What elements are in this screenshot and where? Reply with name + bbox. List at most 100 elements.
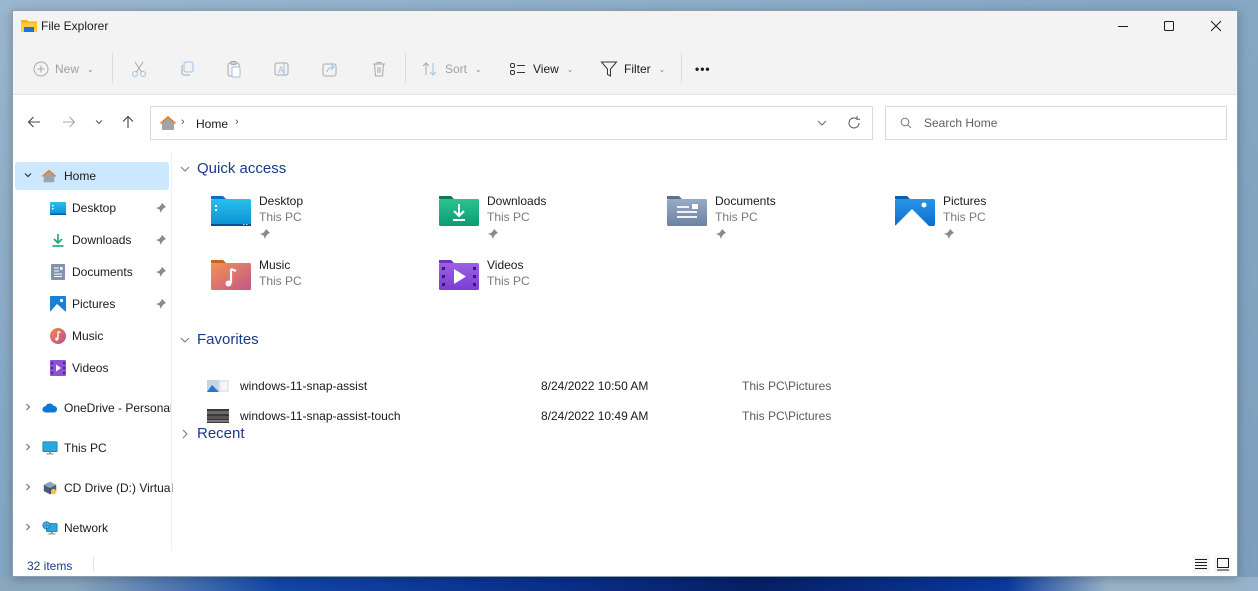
- tiles-view-button[interactable]: [1214, 555, 1232, 573]
- favorite-item[interactable]: windows-11-snap-assist-touch 8/24/2022 1…: [203, 401, 1103, 429]
- item-name: Videos: [487, 258, 524, 272]
- onedrive-icon: [42, 400, 58, 416]
- quick-access-item-music[interactable]: Music This PC: [209, 258, 429, 314]
- sidebar-item-home[interactable]: Home: [15, 162, 169, 190]
- sidebar-item-downloads[interactable]: Downloads: [15, 226, 169, 254]
- section-title: Quick access: [197, 160, 287, 177]
- copy-button[interactable]: [178, 55, 196, 83]
- search-input[interactable]: [924, 112, 1214, 134]
- navigation-pane: Home Desktop Downloads Documents Picture…: [13, 148, 173, 548]
- item-location: This PC: [487, 274, 530, 288]
- chevron-down-icon: [95, 120, 103, 125]
- sidebar-item-label: Music: [72, 329, 104, 343]
- item-count: 32 items: [27, 559, 73, 573]
- close-icon: [1210, 20, 1222, 32]
- recent-locations-button[interactable]: [89, 112, 109, 132]
- new-button[interactable]: New ⌄: [33, 55, 94, 83]
- pane-splitter[interactable]: [171, 151, 172, 551]
- quick-access-item-videos[interactable]: Videos This PC: [437, 258, 657, 314]
- chevron-right-icon: [182, 429, 188, 438]
- details-view-button[interactable]: [1192, 555, 1210, 573]
- filter-button[interactable]: Filter ⌄: [600, 55, 665, 83]
- sidebar-item-network[interactable]: Network: [15, 514, 169, 542]
- search-box[interactable]: [885, 106, 1227, 140]
- quick-access-item-downloads[interactable]: Downloads This PC: [437, 194, 657, 250]
- home-icon: [160, 116, 176, 130]
- item-location: This PC: [259, 274, 302, 288]
- pin-icon[interactable]: [155, 298, 167, 310]
- breadcrumb-separator[interactable]: ›: [235, 116, 239, 128]
- sidebar-item-music[interactable]: Music: [15, 322, 169, 350]
- chevron-down-icon: [180, 166, 190, 172]
- desktop-wallpaper: [0, 577, 1258, 591]
- chevron-down-icon: [817, 120, 827, 126]
- sidebar-item-desktop[interactable]: Desktop: [15, 194, 169, 222]
- close-button[interactable]: [1193, 11, 1237, 41]
- sidebar-item-label: CD Drive (D:) Virtual: [64, 481, 174, 495]
- minimize-button[interactable]: [1100, 11, 1146, 41]
- sidebar-item-cd-drive[interactable]: CD Drive (D:) Virtual: [15, 474, 173, 502]
- sidebar-item-this-pc[interactable]: This PC: [15, 434, 169, 462]
- window-title: File Explorer: [41, 19, 109, 33]
- videos-icon: [50, 360, 66, 376]
- chevron-down-icon: ⌄: [87, 64, 94, 74]
- share-button[interactable]: [321, 55, 339, 83]
- chevron-right-icon[interactable]: [21, 482, 35, 495]
- music-folder-icon: [211, 260, 251, 290]
- chevron-down-icon: ⌄: [658, 64, 666, 74]
- delete-button[interactable]: [370, 55, 388, 83]
- pin-icon[interactable]: [155, 266, 167, 278]
- chevron-right-icon[interactable]: [21, 442, 35, 455]
- sidebar-item-pictures[interactable]: Pictures: [15, 290, 169, 318]
- chevron-down-icon: ⌄: [566, 64, 574, 74]
- item-location: This PC: [259, 210, 302, 224]
- command-bar: New ⌄ A Sort ⌄ View ⌄ Filter ⌄ •••: [13, 43, 1237, 95]
- network-icon: [42, 520, 58, 536]
- sidebar-item-documents[interactable]: Documents: [15, 258, 169, 286]
- chevron-right-icon[interactable]: [21, 402, 35, 415]
- pin-icon[interactable]: [155, 202, 167, 214]
- pin-icon: [488, 229, 498, 239]
- paste-button[interactable]: [225, 55, 243, 83]
- item-name: Desktop: [259, 194, 304, 208]
- pin-icon[interactable]: [155, 234, 167, 246]
- up-button[interactable]: [118, 112, 138, 132]
- view-button[interactable]: View ⌄: [509, 55, 574, 83]
- sort-label: Sort: [445, 62, 468, 76]
- favorites-header[interactable]: Favorites: [179, 331, 259, 348]
- sidebar-item-label: Videos: [72, 361, 109, 375]
- sidebar-item-label: Documents: [72, 265, 133, 279]
- address-history-button[interactable]: [814, 115, 830, 131]
- filter-icon: [600, 61, 618, 77]
- recent-header[interactable]: Recent: [179, 425, 245, 442]
- arrow-left-icon: [27, 116, 40, 128]
- sidebar-item-onedrive[interactable]: OneDrive - Personal: [15, 394, 173, 422]
- copy-icon: [181, 61, 194, 76]
- more-options-button[interactable]: •••: [695, 55, 711, 83]
- rename-button[interactable]: A: [273, 55, 291, 83]
- back-button[interactable]: [24, 112, 44, 132]
- breadcrumb-home[interactable]: Home: [196, 117, 228, 131]
- share-icon: [322, 63, 337, 77]
- documents-icon: [50, 264, 66, 280]
- address-bar[interactable]: › Home ›: [150, 106, 873, 140]
- sort-button[interactable]: Sort ⌄: [421, 55, 482, 83]
- quick-access-header[interactable]: Quick access: [179, 160, 286, 177]
- cut-button[interactable]: [130, 55, 148, 83]
- forward-button[interactable]: [59, 112, 79, 132]
- sidebar-item-videos[interactable]: Videos: [15, 354, 169, 382]
- section-title: Favorites: [197, 331, 259, 348]
- maximize-button[interactable]: [1146, 11, 1192, 41]
- quick-access-item-documents[interactable]: Documents This PC: [665, 194, 885, 250]
- pc-icon: [42, 440, 58, 456]
- favorite-item[interactable]: windows-11-snap-assist 8/24/2022 10:50 A…: [203, 371, 1103, 399]
- item-name: Downloads: [487, 194, 547, 208]
- chevron-right-icon[interactable]: [21, 522, 35, 535]
- chevron-down-icon[interactable]: [21, 170, 35, 183]
- refresh-button[interactable]: [846, 115, 862, 131]
- desktop-folder-icon: [211, 196, 251, 226]
- section-title: Recent: [197, 425, 245, 442]
- desktop-folder-icon: [50, 200, 66, 216]
- quick-access-item-pictures[interactable]: Pictures This PC: [893, 194, 1113, 250]
- quick-access-item-desktop[interactable]: Desktop This PC: [209, 194, 429, 250]
